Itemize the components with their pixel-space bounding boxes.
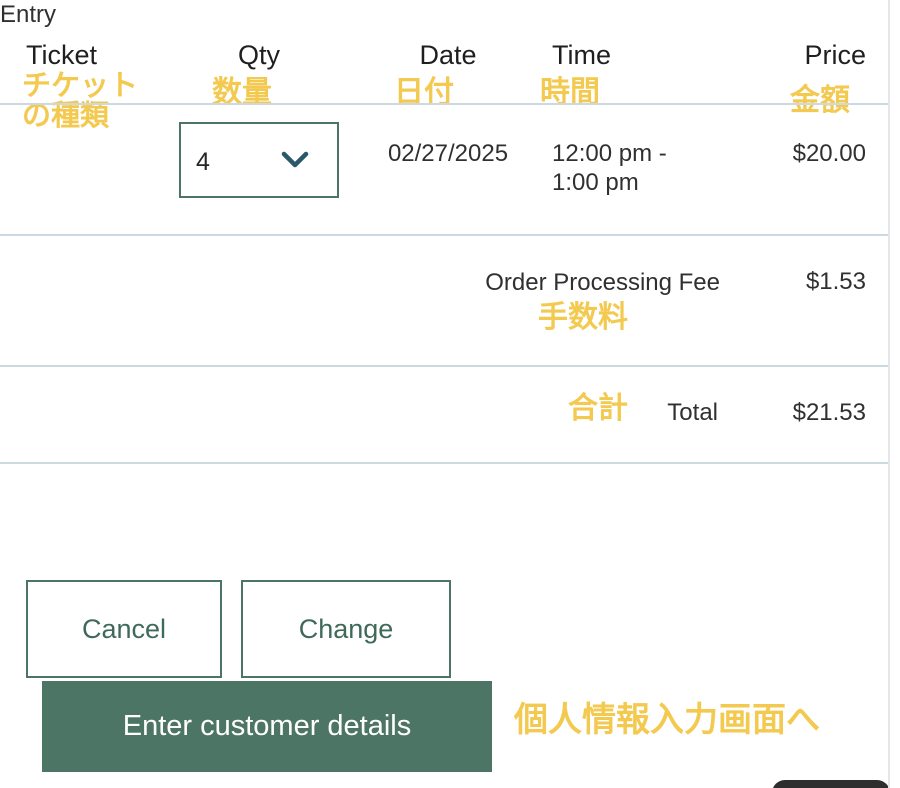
chevron-down-icon [281, 151, 309, 169]
column-header-qty: Qty [237, 40, 280, 70]
cell-ticket-type: Entry [0, 1, 57, 28]
total-amount: $21.53 [792, 399, 866, 426]
cell-date: 02/27/2025 [387, 140, 509, 167]
annotation-fee-jp: 手数料 [538, 301, 628, 334]
bottom-pill-partial[interactable] [772, 780, 888, 788]
column-header-date: Date [419, 40, 477, 70]
divider-header [0, 103, 888, 105]
fee-label: Order Processing Fee [485, 269, 720, 296]
divider-fee [0, 365, 888, 367]
quantity-value: 4 [196, 148, 210, 176]
total-label: Total [667, 399, 718, 426]
order-table: Ticket Qty Date Time Price チケット の種類 数量 日… [0, 0, 888, 464]
quantity-select[interactable]: 4 [179, 122, 339, 198]
order-summary-panel: Ticket Qty Date Time Price チケット の種類 数量 日… [0, 0, 890, 788]
column-header-ticket: Ticket [26, 40, 98, 70]
column-header-time: Time [552, 40, 611, 70]
cell-time: 12:00 pm - 1:00 pm [552, 140, 667, 197]
annotation-ticket-jp: チケット の種類 [22, 70, 139, 132]
divider-total [0, 462, 888, 464]
annotation-enter-details-jp: 個人情報入力画面へ [514, 701, 820, 739]
annotation-total-jp: 合計 [568, 392, 628, 425]
cell-price: $20.00 [792, 140, 866, 167]
annotation-price-jp: 金額 [790, 84, 850, 117]
divider-item [0, 234, 888, 236]
fee-amount: $1.53 [805, 268, 866, 295]
column-header-price: Price [804, 40, 866, 70]
enter-customer-details-button[interactable]: Enter customer details [42, 681, 492, 772]
cancel-button[interactable]: Cancel [26, 580, 222, 678]
change-button[interactable]: Change [241, 580, 451, 678]
